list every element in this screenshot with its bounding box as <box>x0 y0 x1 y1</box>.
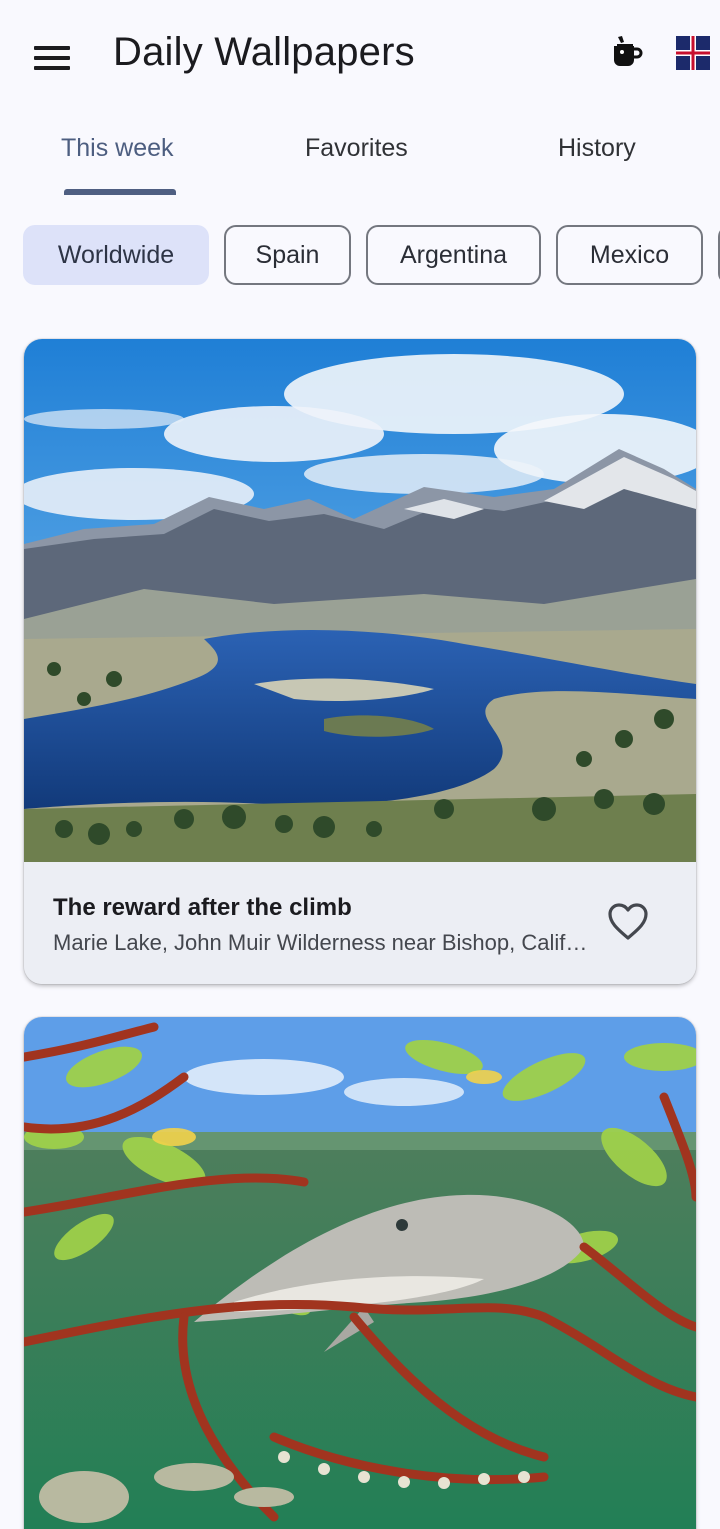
tab-indicator <box>64 189 176 195</box>
chip-mexico[interactable]: Mexico <box>556 225 703 285</box>
wallpaper-title: The reward after the climb <box>53 894 352 921</box>
tab-bar: This week Favorites History <box>0 118 720 198</box>
wallpaper-location: Marie Lake, John Muir Wilderness near Bi… <box>53 930 598 955</box>
app-title: Daily Wallpapers <box>113 30 415 74</box>
wallpaper-card[interactable]: The reward after the climb Marie Lake, J… <box>24 339 696 984</box>
wallpaper-info: The reward after the climb Marie Lake, J… <box>24 862 696 984</box>
menu-icon[interactable] <box>28 38 76 82</box>
chip-argentina[interactable]: Argentina <box>366 225 541 285</box>
app-bar: Daily Wallpapers <box>0 0 720 108</box>
uk-flag-icon[interactable] <box>676 36 710 70</box>
wallpaper-card[interactable] <box>24 1017 696 1529</box>
region-chips: Worldwide Spain Argentina Mexico <box>0 224 720 286</box>
chip-spain[interactable]: Spain <box>224 225 351 285</box>
tab-history[interactable]: History <box>558 134 636 163</box>
chip-worldwide[interactable]: Worldwide <box>23 225 209 285</box>
tab-this-week[interactable]: This week <box>61 134 174 163</box>
tab-favorites[interactable]: Favorites <box>305 134 408 163</box>
wallpaper-image[interactable] <box>24 339 696 862</box>
wallpaper-image[interactable] <box>24 1017 696 1529</box>
coffee-icon[interactable] <box>608 34 648 74</box>
heart-outline-icon[interactable] <box>606 902 650 942</box>
